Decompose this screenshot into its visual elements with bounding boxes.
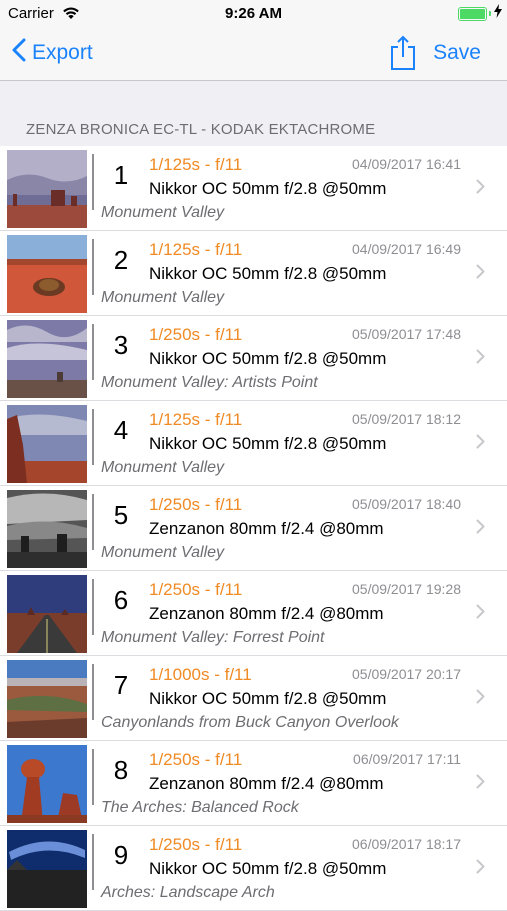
frame-row[interactable]: 2 1/125s - f/11 04/09/2017 16:49 Nikkor … [0,231,507,316]
frame-exposure: 1/250s - f/11 [149,325,243,344]
frame-number: 8 [113,755,129,785]
frame-date: 05/09/2017 18:12 [352,411,461,427]
frame-number: 4 [113,415,129,445]
frame-row[interactable]: 5 1/250s - f/11 05/09/2017 18:40 Zenzano… [0,486,507,571]
frame-number: 7 [113,670,129,700]
frame-date: 06/09/2017 18:17 [352,836,461,852]
frame-lens: Zenzanon 80mm f/2.4 @80mm [149,519,384,538]
frame-number: 2 [113,245,129,275]
frame-location: The Arches: Balanced Rock [101,799,299,816]
frame-lens: Nikkor OC 50mm f/2.8 @50mm [149,179,387,198]
chevron-right-icon [476,774,485,794]
row-divider [92,664,94,720]
frame-location: Monument Valley: Forrest Point [101,629,325,646]
navigation-bar: Export Save [0,28,507,81]
frame-lens: Zenzanon 80mm f/2.4 @80mm [149,604,384,623]
save-button[interactable]: Save [433,41,481,65]
frame-row[interactable]: 7 1/1000s - f/11 05/09/2017 20:17 Nikkor… [0,656,507,741]
frame-thumbnail [7,830,87,908]
frame-number: 9 [113,840,129,870]
frame-lens: Nikkor OC 50mm f/2.8 @50mm [149,689,387,708]
frame-exposure: 1/250s - f/11 [149,750,243,769]
row-divider [92,749,94,805]
row-divider [92,154,94,210]
frame-lens: Nikkor OC 50mm f/2.8 @50mm [149,859,387,878]
frame-date: 04/09/2017 16:49 [352,241,461,257]
section-header: ZENZA BRONICA EC-TL - KODAK EKTACHROME [26,121,376,138]
frame-location: Canyonlands from Buck Canyon Overlook [101,714,399,731]
frame-thumbnail [7,320,87,398]
chevron-right-icon [476,179,485,199]
frame-location: Monument Valley [101,459,225,476]
chevron-right-icon [476,434,485,454]
frame-date: 05/09/2017 18:40 [352,496,461,512]
frame-row[interactable]: 9 1/250s - f/11 06/09/2017 18:17 Nikkor … [0,826,507,911]
frame-number: 5 [113,500,129,530]
bolt-icon [494,4,502,21]
frame-date: 05/09/2017 17:48 [352,326,461,342]
frame-row[interactable]: 6 1/250s - f/11 05/09/2017 19:28 Zenzano… [0,571,507,656]
chevron-right-icon [476,519,485,539]
chevron-right-icon [476,349,485,369]
frame-exposure: 1/125s - f/11 [149,155,243,174]
share-icon[interactable] [390,35,416,76]
frame-thumbnail [7,405,87,483]
frame-location: Monument Valley: Artists Point [101,374,318,391]
frame-row[interactable]: 4 1/125s - f/11 05/09/2017 18:12 Nikkor … [0,401,507,486]
frame-location: Monument Valley [101,544,225,561]
battery-icon [458,7,487,21]
frame-thumbnail [7,235,87,313]
row-divider [92,579,94,635]
frame-exposure: 1/125s - f/11 [149,410,243,429]
frame-date: 04/09/2017 16:41 [352,156,461,172]
frame-number: 1 [113,160,129,190]
row-divider [92,409,94,465]
frame-row[interactable]: 1 1/125s - f/11 04/09/2017 16:41 Nikkor … [0,146,507,231]
chevron-left-icon [12,38,32,68]
frame-thumbnail [7,575,87,653]
frame-exposure: 1/1000s - f/11 [149,665,252,684]
frame-exposure: 1/125s - f/11 [149,240,243,259]
frame-lens: Zenzanon 80mm f/2.4 @80mm [149,774,384,793]
row-divider [92,494,94,550]
status-bar: Carrier 9:26 AM [0,0,507,28]
back-button[interactable]: Export [12,38,93,68]
frame-row[interactable]: 8 1/250s - f/11 06/09/2017 17:11 Zenzano… [0,741,507,826]
chevron-right-icon [476,264,485,284]
row-divider [92,324,94,380]
frame-exposure: 1/250s - f/11 [149,495,243,514]
frame-location: Monument Valley [101,204,225,221]
frame-thumbnail [7,745,87,823]
frame-lens: Nikkor OC 50mm f/2.8 @50mm [149,434,387,453]
frame-thumbnail [7,660,87,738]
frame-number: 3 [113,330,129,360]
chevron-right-icon [476,604,485,624]
row-divider [92,834,94,890]
clock: 9:26 AM [225,5,282,22]
frame-row[interactable]: 3 1/250s - f/11 05/09/2017 17:48 Nikkor … [0,316,507,401]
frame-location: Arches: Landscape Arch [101,884,275,901]
frame-number: 6 [113,585,129,615]
frame-date: 05/09/2017 20:17 [352,666,461,682]
row-divider [92,239,94,295]
frame-lens: Nikkor OC 50mm f/2.8 @50mm [149,264,387,283]
frame-exposure: 1/250s - f/11 [149,580,243,599]
frame-thumbnail [7,150,87,228]
frame-lens: Nikkor OC 50mm f/2.8 @50mm [149,349,387,368]
battery-cap [489,11,491,16]
frame-date: 05/09/2017 19:28 [352,581,461,597]
frame-date: 06/09/2017 17:11 [353,751,461,767]
back-label: Export [32,41,93,64]
chevron-right-icon [476,689,485,709]
frame-location: Monument Valley [101,289,225,306]
chevron-right-icon [476,859,485,879]
frame-exposure: 1/250s - f/11 [149,835,243,854]
frames-list: 1 1/125s - f/11 04/09/2017 16:41 Nikkor … [0,146,507,911]
frame-thumbnail [7,490,87,568]
